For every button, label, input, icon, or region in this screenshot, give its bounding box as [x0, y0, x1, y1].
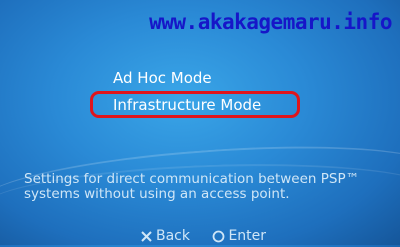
footer-controls: Back Enter	[140, 228, 284, 247]
circle-icon	[213, 230, 225, 242]
cross-icon	[141, 230, 152, 242]
mode-description: Settings for direct communication betwee…	[24, 171, 360, 202]
back-label: Back	[156, 228, 190, 244]
enter-label: Enter	[228, 228, 267, 244]
back-button[interactable]: Back	[140, 228, 190, 244]
menu-item-infrastructure-mode[interactable]: Infrastructure Mode	[113, 96, 261, 114]
enter-button[interactable]: Enter	[212, 228, 266, 244]
watermark: www.akakagemaru.info	[149, 10, 392, 34]
menu-item-ad-hoc-mode[interactable]: Ad Hoc Mode	[113, 69, 212, 87]
